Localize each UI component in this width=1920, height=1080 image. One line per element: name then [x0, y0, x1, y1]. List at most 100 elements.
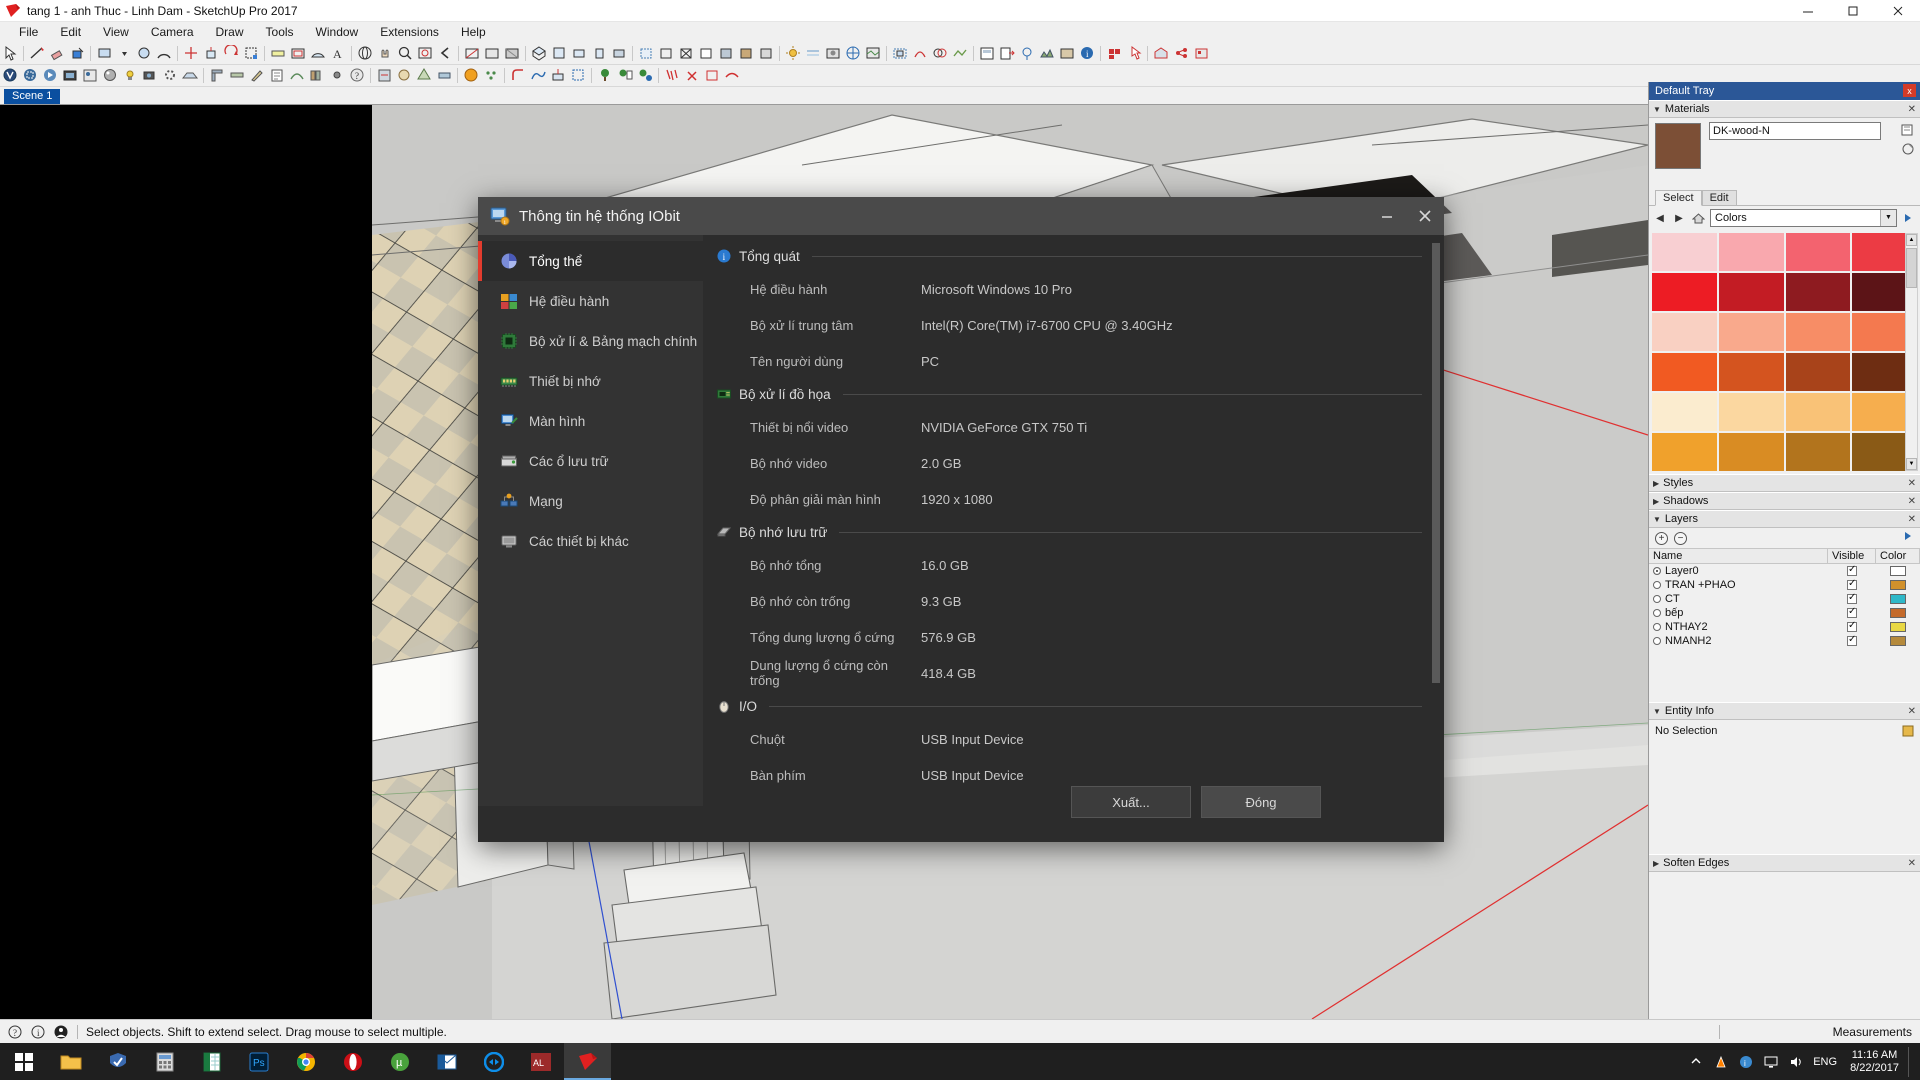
xray-style-icon[interactable]	[637, 44, 656, 63]
close-button[interactable]	[1875, 0, 1920, 22]
windows-start-icon[interactable]	[0, 1043, 47, 1080]
layer-visible-checkbox[interactable]	[1847, 620, 1857, 632]
profile-help-icon[interactable]: ?	[348, 66, 367, 85]
material-swatch[interactable]	[1652, 353, 1717, 391]
menu-window[interactable]: Window	[305, 22, 370, 42]
select-curve-icon[interactable]	[703, 66, 722, 85]
shadows-toggle-icon[interactable]	[784, 44, 803, 63]
move-tool-icon[interactable]	[182, 44, 201, 63]
taskbar-shield-icon[interactable]	[94, 1043, 141, 1080]
scene-tab-scene-1[interactable]: Scene 1	[4, 89, 61, 104]
solid-tools-icon[interactable]	[931, 44, 950, 63]
front-view-icon[interactable]	[570, 44, 589, 63]
pan-tool-icon[interactable]	[376, 44, 395, 63]
account-icon[interactable]	[53, 1024, 69, 1040]
layer-visible-checkbox[interactable]	[1847, 564, 1857, 576]
add-layer-icon[interactable]: +	[1655, 531, 1668, 545]
maximize-button[interactable]	[1830, 0, 1875, 22]
materials-scrollbar[interactable]: ▲ ▼	[1905, 233, 1918, 471]
wireframe-style-icon[interactable]	[677, 44, 696, 63]
dialog-sidebar-item-4[interactable]: Màn hình	[478, 401, 703, 441]
back-icon[interactable]: ◀	[1653, 211, 1667, 225]
taskbar-opera-icon[interactable]	[329, 1043, 376, 1080]
skatter-icon[interactable]	[482, 66, 501, 85]
dialog-sidebar-item-0[interactable]: Tổng thể	[478, 241, 703, 281]
taskbar-calc-icon[interactable]	[141, 1043, 188, 1080]
vray-settings-icon[interactable]	[161, 66, 180, 85]
layer-row[interactable]: CT	[1649, 592, 1920, 606]
layer-visible-checkbox[interactable]	[1847, 592, 1857, 604]
rectangle-dropdown-icon[interactable]	[115, 44, 134, 63]
toggle-terrain-icon[interactable]	[1038, 44, 1057, 63]
vlc-icon[interactable]	[1713, 1054, 1729, 1070]
taskbar-folder-icon[interactable]	[47, 1043, 94, 1080]
section-plane-icon[interactable]	[463, 44, 482, 63]
layer-color-chip[interactable]	[1890, 608, 1906, 618]
dynamic-components-icon[interactable]	[1105, 44, 1124, 63]
profile-edit-icon[interactable]	[248, 66, 267, 85]
panel-header-styles[interactable]: ▶ Styles ✕	[1649, 474, 1920, 492]
scroll-down-icon[interactable]: ▼	[1906, 458, 1917, 470]
tray-close-icon[interactable]: x	[1903, 84, 1916, 97]
extension-1-icon[interactable]	[375, 66, 394, 85]
paint-bucket-icon[interactable]	[68, 44, 87, 63]
interact-icon[interactable]	[1125, 44, 1144, 63]
sandbox-icon[interactable]	[951, 44, 970, 63]
vray-render-icon[interactable]	[1, 66, 20, 85]
scroll-thumb[interactable]	[1432, 243, 1440, 683]
display-section-planes-icon[interactable]	[503, 44, 522, 63]
menu-view[interactable]: View	[92, 22, 140, 42]
vray-lights-icon[interactable]	[121, 66, 140, 85]
make-component-icon[interactable]	[891, 44, 910, 63]
material-collection-select[interactable]: Colors ▼	[1710, 209, 1897, 227]
material-swatch[interactable]	[1785, 273, 1851, 311]
display-section-cuts-icon[interactable]	[483, 44, 502, 63]
vray-camera-icon[interactable]	[141, 66, 160, 85]
language-indicator[interactable]: ENG	[1813, 1056, 1837, 1068]
roundcorner-icon[interactable]	[509, 66, 528, 85]
panel-close-icon[interactable]: ✕	[1908, 858, 1916, 869]
vray-infinite-plane-icon[interactable]	[181, 66, 200, 85]
panel-close-icon[interactable]: ✕	[1908, 478, 1916, 489]
tab-select[interactable]: Select	[1655, 190, 1702, 206]
vray-render-last-icon[interactable]	[41, 66, 60, 85]
material-swatch[interactable]	[1652, 433, 1717, 471]
iobit-system-information-dialog[interactable]: i Thông tin hệ thống IObit Tổng thể Hệ đi…	[478, 197, 1444, 842]
scroll-thumb[interactable]	[1906, 248, 1917, 288]
add-location-icon[interactable]	[1018, 44, 1037, 63]
material-swatch[interactable]	[1718, 313, 1784, 351]
layer-row[interactable]: bếp	[1649, 606, 1920, 620]
fog-toggle-icon[interactable]	[804, 44, 823, 63]
extension-2-icon[interactable]	[395, 66, 414, 85]
panel-header-layers[interactable]: ▼ Layers ✕	[1649, 510, 1920, 528]
entity-info-icon[interactable]	[1902, 725, 1914, 737]
close-dialog-button[interactable]: Đóng	[1201, 786, 1321, 818]
joint-pushpull-icon[interactable]	[549, 66, 568, 85]
export-button[interactable]: Xuất...	[1071, 786, 1191, 818]
cleanup-icon[interactable]	[663, 66, 682, 85]
sample-paint-icon[interactable]	[1900, 141, 1916, 157]
position-texture-icon[interactable]	[844, 44, 863, 63]
rotate-tool-icon[interactable]	[222, 44, 241, 63]
dialog-content[interactable]: i Tổng quát Hệ điều hành Microsoft Windows …	[703, 235, 1444, 806]
current-material-name[interactable]: DK-wood-N	[1709, 122, 1881, 140]
line-tool-icon[interactable]	[28, 44, 47, 63]
tab-edit[interactable]: Edit	[1701, 190, 1737, 205]
rectangle-tool-icon[interactable]	[95, 44, 114, 63]
profile-assembly-icon[interactable]	[228, 66, 247, 85]
material-swatch[interactable]	[1718, 393, 1784, 431]
panel-close-icon[interactable]: ✕	[1908, 706, 1916, 717]
protractor-icon[interactable]	[309, 44, 328, 63]
taskbar-sketchup-icon[interactable]	[564, 1043, 611, 1080]
taskbar-chrome-icon[interactable]	[282, 1043, 329, 1080]
layer-visible-checkbox[interactable]	[1847, 578, 1857, 590]
geo-location-icon[interactable]	[864, 44, 883, 63]
minimize-button[interactable]	[1785, 0, 1830, 22]
fredoscale-icon[interactable]	[569, 66, 588, 85]
zoom-extents-icon[interactable]	[416, 44, 435, 63]
plant-settings-icon[interactable]	[636, 66, 655, 85]
measurements-label[interactable]: Measurements	[1833, 1025, 1912, 1039]
warehouse-icon[interactable]	[1152, 44, 1171, 63]
layout-send-icon[interactable]	[998, 44, 1017, 63]
panel-header-entity-info[interactable]: ▼ Entity Info ✕	[1649, 702, 1920, 720]
